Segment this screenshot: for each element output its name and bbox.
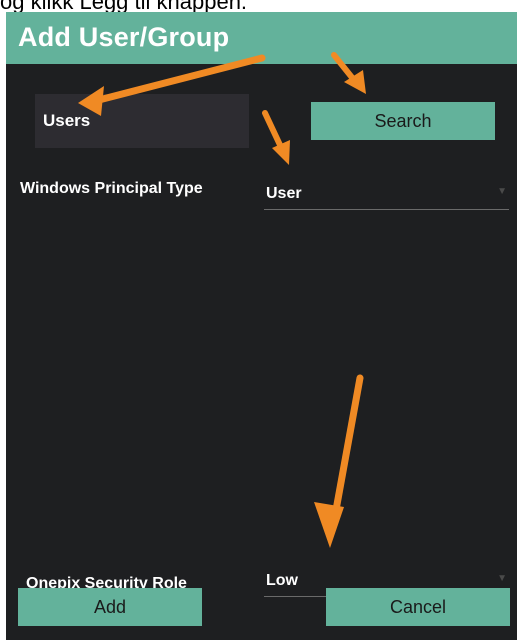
security-role-value: Low [266, 572, 298, 589]
cancel-button[interactable]: Cancel [326, 588, 510, 626]
add-user-group-dialog: Add User/Group Users Search Windows Prin… [6, 12, 517, 640]
add-button[interactable]: Add [18, 588, 202, 626]
dialog-title: Add User/Group [18, 22, 230, 52]
dialog-title-bar: Add User/Group [6, 12, 517, 64]
principal-type-value: User [266, 185, 302, 202]
principal-type-label: Windows Principal Type [20, 180, 203, 197]
instruction-caption: og klikk Legg til knappen. [0, 0, 517, 12]
chevron-down-icon: ▼ [497, 573, 507, 584]
search-button[interactable]: Search [311, 102, 495, 140]
chevron-down-icon: ▼ [497, 186, 507, 197]
user-search-input[interactable]: Users [35, 94, 249, 148]
principal-type-select[interactable]: User ▼ [264, 180, 509, 210]
